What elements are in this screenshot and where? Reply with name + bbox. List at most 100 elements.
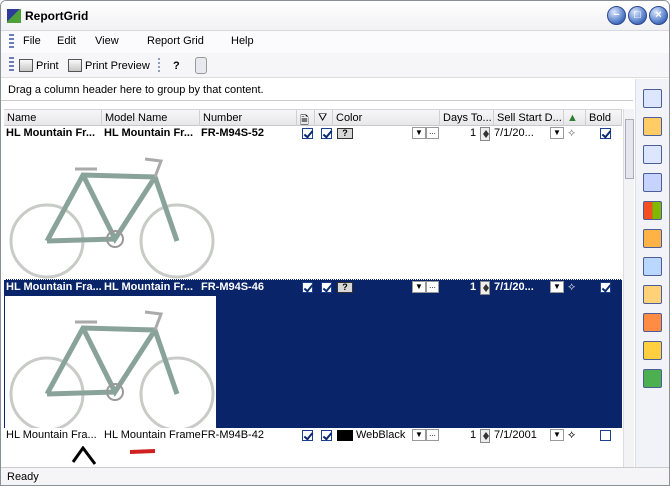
menu-file[interactable]: File xyxy=(23,35,41,47)
help-button[interactable]: ? xyxy=(173,57,180,74)
table-row[interactable]: HL Mountain Fr... HL Mountain Fr... FR-M… xyxy=(4,126,622,288)
bold-check[interactable] xyxy=(600,128,611,139)
header-number[interactable]: Number xyxy=(200,110,297,126)
days-spinner[interactable] xyxy=(480,127,490,141)
print-preview-button[interactable]: Print Preview xyxy=(68,57,150,74)
header-bold[interactable]: Bold xyxy=(586,110,622,126)
row-check-1[interactable] xyxy=(302,430,313,441)
color-value[interactable]: ? xyxy=(337,282,353,293)
image-mark-icon: ⟡ xyxy=(568,127,576,139)
bold-check[interactable] xyxy=(600,282,611,293)
app-icon xyxy=(7,9,21,23)
vertical-scrollbar[interactable] xyxy=(623,109,634,467)
cell-number: FR-M94S-46 xyxy=(201,281,264,293)
printer-icon xyxy=(19,59,33,72)
days-value: 1 xyxy=(470,429,477,441)
title-bar: ReportGrid − □ × xyxy=(1,1,669,31)
print-preview-icon xyxy=(68,59,82,72)
cell-name: HL Mountain Fra... xyxy=(6,281,102,293)
menu-edit[interactable]: Edit xyxy=(57,35,76,47)
report-grid-window: ReportGrid − □ × File Edit View Report G… xyxy=(0,0,670,486)
header-filter-icon[interactable]: ⛛ xyxy=(315,110,333,126)
sell-start-value: 7/1/20... xyxy=(494,127,534,139)
sell-start-value: 7/1/20... xyxy=(494,281,534,293)
windows-logo-icon[interactable] xyxy=(643,369,662,388)
cell-number: FR-M94B-42 xyxy=(201,429,264,441)
layout-icon-6[interactable] xyxy=(643,313,662,332)
maximize-button[interactable]: □ xyxy=(628,6,647,25)
row-check-1[interactable] xyxy=(302,128,313,139)
row-check-2[interactable] xyxy=(321,128,332,139)
header-document-icon[interactable]: 🗎 xyxy=(297,110,315,126)
image-mark-icon: ⟡ xyxy=(568,429,576,441)
menu-report-grid[interactable]: Report Grid xyxy=(147,35,204,47)
status-bar: Ready xyxy=(1,467,669,485)
toolbar: Print Print Preview ? xyxy=(1,53,669,78)
cell-number: FR-M94S-52 xyxy=(201,127,264,139)
color-browse-button[interactable]: ... xyxy=(426,127,439,139)
row-check-1[interactable] xyxy=(302,282,313,293)
cell-model: HL Mountain Fr... xyxy=(104,127,194,139)
date-dropdown-button[interactable]: ▼ xyxy=(550,127,564,139)
menu-help[interactable]: Help xyxy=(231,35,254,47)
header-name[interactable]: Name xyxy=(4,110,102,126)
right-toolbox xyxy=(635,79,669,467)
toolbar-overflow-button[interactable] xyxy=(195,57,207,74)
print-button[interactable]: Print xyxy=(19,57,59,74)
header-color[interactable]: Color xyxy=(333,110,440,126)
date-dropdown-button[interactable]: ▼ xyxy=(550,281,564,293)
color-dropdown-button[interactable]: ▼ xyxy=(412,429,426,441)
layout-icon-7[interactable] xyxy=(643,341,662,360)
help-icon: ? xyxy=(173,59,180,72)
scroll-thumb[interactable] xyxy=(625,119,634,179)
color-browse-button[interactable]: ... xyxy=(426,281,439,293)
puzzle-alt-icon[interactable] xyxy=(643,257,662,276)
color-swatch[interactable] xyxy=(337,430,353,441)
product-image xyxy=(5,296,216,441)
layout-icon-3[interactable] xyxy=(643,145,662,164)
cell-name: HL Mountain Fr... xyxy=(6,127,96,139)
header-image-icon[interactable]: ▲ xyxy=(564,110,586,126)
bold-check[interactable] xyxy=(600,430,611,441)
column-header-row: Name Model Name Number 🗎 ⛛ Color Days To… xyxy=(4,109,622,126)
days-spinner[interactable] xyxy=(480,429,490,443)
date-dropdown-button[interactable]: ▼ xyxy=(550,429,564,441)
image-mark-icon: ⟡ xyxy=(568,281,576,293)
layout-icon-1[interactable] xyxy=(643,89,662,108)
puzzle-icon[interactable] xyxy=(643,229,662,248)
group-by-area[interactable]: Drag a column header here to group by th… xyxy=(1,79,633,101)
windows-icon[interactable] xyxy=(643,201,662,220)
sell-start-value: 7/1/2001 xyxy=(494,429,537,441)
layout-icon-5[interactable] xyxy=(643,285,662,304)
days-value: 1 xyxy=(470,127,477,139)
color-value[interactable]: ? xyxy=(337,128,353,139)
layout-icon-4[interactable] xyxy=(643,173,662,192)
menu-view[interactable]: View xyxy=(95,35,119,47)
layout-icon-2[interactable] xyxy=(643,117,662,136)
close-button[interactable]: × xyxy=(649,6,668,25)
cell-model: HL Mountain Fr... xyxy=(104,281,194,293)
color-value: WebBlack xyxy=(356,429,406,441)
window-title: ReportGrid xyxy=(25,9,89,23)
header-model-name[interactable]: Model Name xyxy=(102,110,200,126)
table-row-selected[interactable]: HL Mountain Fra... HL Mountain Fr... FR-… xyxy=(4,279,622,441)
toolbar-separator xyxy=(158,58,160,73)
status-text: Ready xyxy=(7,471,39,483)
minimize-button[interactable]: − xyxy=(607,6,626,25)
row-check-2[interactable] xyxy=(321,282,332,293)
row-check-2[interactable] xyxy=(321,430,332,441)
menu-grip-icon[interactable] xyxy=(9,34,14,50)
cell-model: HL Mountain Frame xyxy=(104,429,201,441)
days-spinner[interactable] xyxy=(480,281,490,295)
header-sell-start[interactable]: Sell Start D... xyxy=(494,110,564,126)
color-browse-button[interactable]: ... xyxy=(426,429,439,441)
header-days-to[interactable]: Days To... xyxy=(440,110,494,126)
product-image-partial xyxy=(5,446,216,468)
color-dropdown-button[interactable]: ▼ xyxy=(412,281,426,293)
table-row[interactable]: HL Mountain Fra... HL Mountain Frame FR-… xyxy=(4,428,622,468)
menu-bar: File Edit View Report Grid Help xyxy=(1,31,669,53)
product-image xyxy=(5,143,216,288)
cell-name: HL Mountain Fra... xyxy=(6,429,97,441)
toolbar-grip-icon[interactable] xyxy=(9,57,14,73)
color-dropdown-button[interactable]: ▼ xyxy=(412,127,426,139)
